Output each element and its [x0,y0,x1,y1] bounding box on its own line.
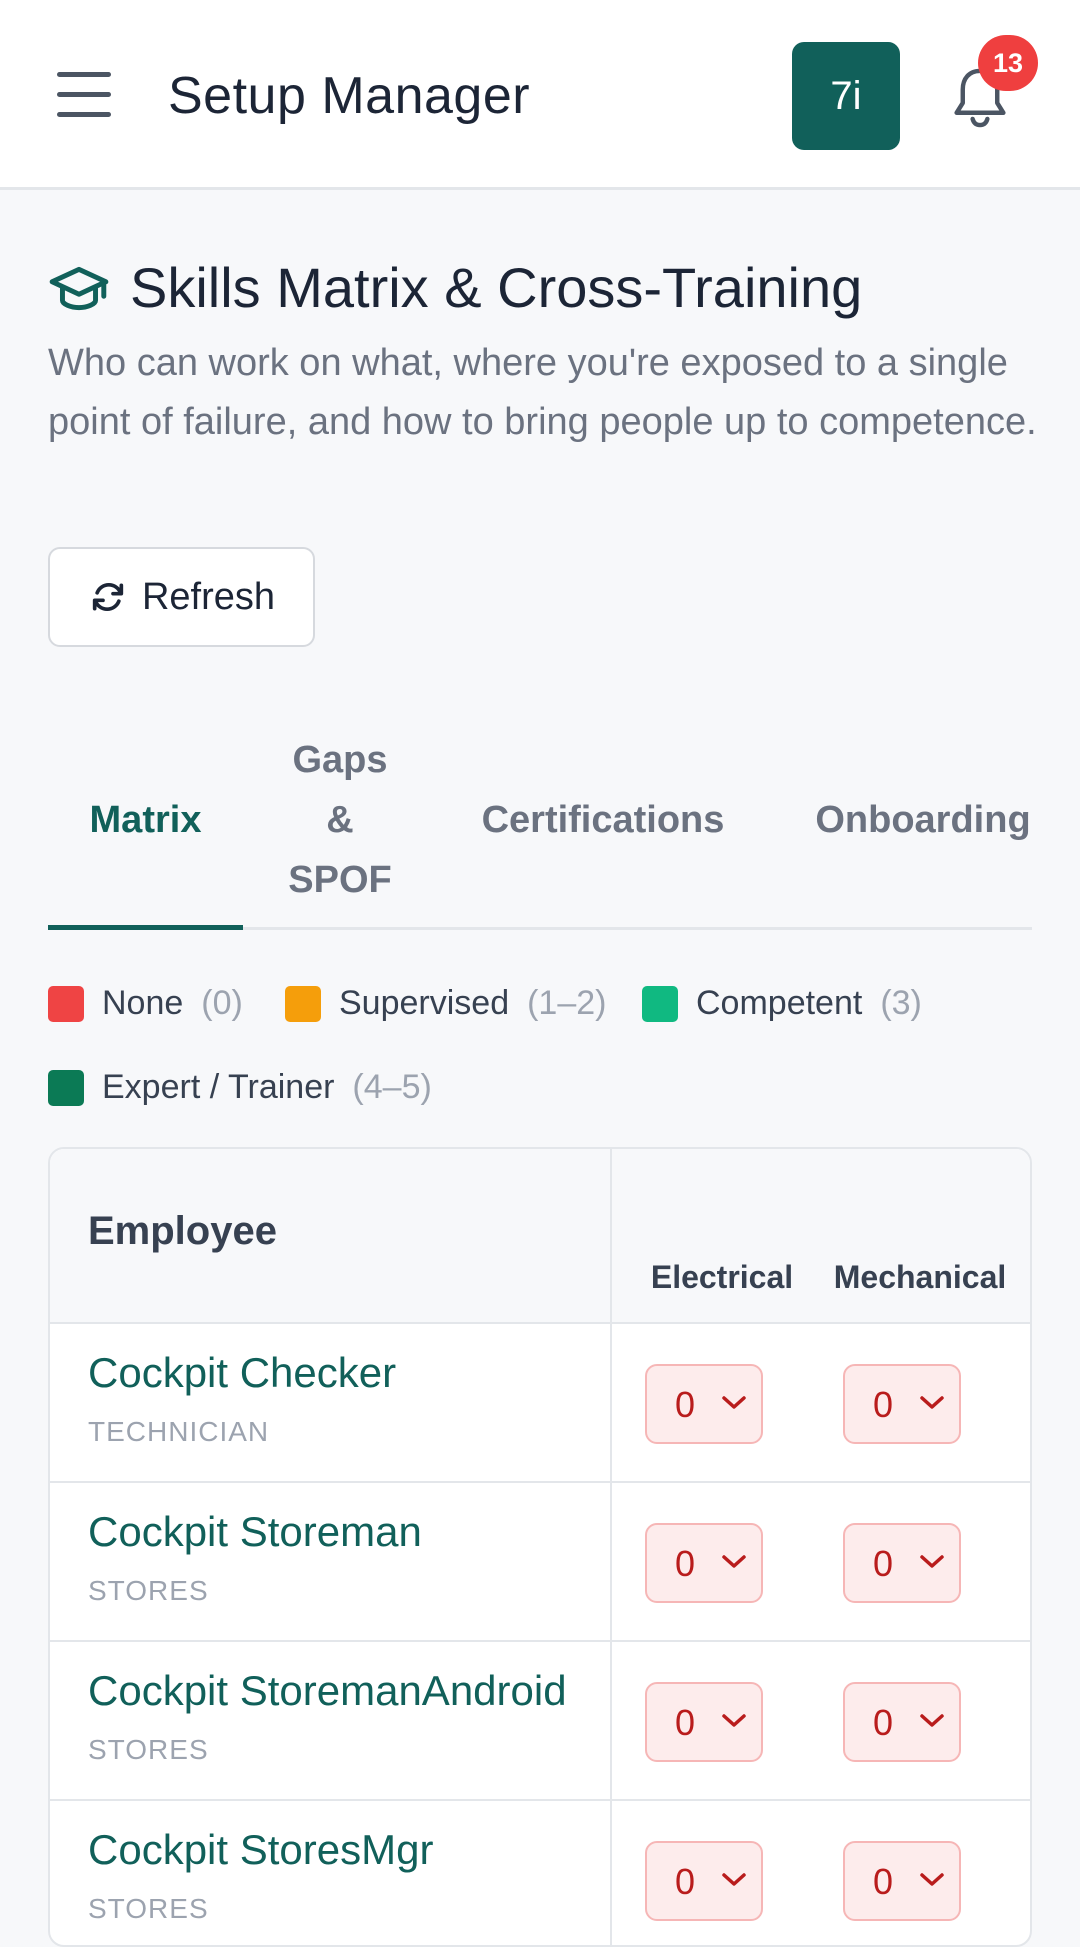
skill-level-value: 0 [873,1702,894,1743]
skill-level-select[interactable]: 0 [645,1682,763,1762]
employee-name[interactable]: Cockpit StoresMgr [88,1826,433,1874]
chevron-down-icon [722,1873,746,1886]
employee-role: STORES [88,1893,209,1924]
chevron-down-icon [722,1396,746,1409]
tab-matrix[interactable]: Matrix [48,710,243,930]
tab-gaps-line: SPOF [288,859,392,901]
legend-label: Supervised [339,984,510,1022]
legend-item-competent: Competent (3) [642,984,922,1023]
chevron-down-icon [920,1714,944,1727]
tab-certifications[interactable]: Certifications [468,710,738,930]
refresh-button[interactable]: Refresh [48,547,315,647]
chevron-down-icon [920,1873,944,1886]
legend-swatch [285,985,321,1022]
skill-level-value: 0 [675,1543,696,1584]
column-header-skill: Mechanical [833,1259,1007,1295]
avatar[interactable]: 7i [792,42,900,150]
tab-onboarding[interactable]: Onboarding [808,710,1038,930]
legend-range: (4–5) [352,1068,432,1106]
tab-bar: Matrix Gaps & SPOF Certifications Onboar… [48,710,1032,930]
skills-matrix-table: Employee Electrical Mechanical Cockpit C… [48,1147,1032,1947]
legend-item-supervised: Supervised (1–2) [285,984,606,1023]
employee-role: STORES [88,1575,209,1606]
column-divider [610,1149,612,1945]
table-row: Cockpit StoremanAndroid STORES 0 0 [50,1642,1030,1801]
legend-range: (1–2) [527,984,607,1022]
table-row: Cockpit StoresMgr STORES 0 0 [50,1801,1030,1945]
skill-level-select[interactable]: 0 [843,1364,961,1444]
legend-range: (0) [201,984,243,1022]
chevron-down-icon [920,1396,944,1409]
chevron-down-icon [722,1714,746,1727]
legend-swatch [48,1069,84,1106]
skill-level-value: 0 [873,1861,894,1902]
chevron-down-icon [722,1555,746,1568]
refresh-label: Refresh [141,575,276,618]
skill-level-value: 0 [675,1384,696,1425]
legend-label: Competent [696,984,863,1022]
column-header-skill: Electrical [650,1259,794,1295]
refresh-icon [92,583,124,611]
legend-swatch [48,985,84,1022]
skill-level-select[interactable]: 0 [645,1364,763,1444]
app-title: Setup Manager [168,67,531,125]
skill-level-select[interactable]: 0 [843,1523,961,1603]
skill-level-value: 0 [675,1702,696,1743]
legend-item-none: None (0) [48,984,243,1023]
skill-level-value: 0 [675,1861,696,1902]
employee-name[interactable]: Cockpit Storeman [88,1508,422,1556]
skill-level-value: 0 [873,1543,894,1584]
employee-role: STORES [88,1734,209,1765]
active-tab-indicator [48,925,243,930]
skill-level-select[interactable]: 0 [645,1523,763,1603]
table-header: Employee Electrical Mechanical [50,1149,1030,1324]
notification-badge: 13 [978,35,1038,91]
employee-role: TECHNICIAN [88,1416,270,1447]
skill-level-select[interactable]: 0 [645,1841,763,1921]
menu-icon[interactable] [57,72,111,118]
tab-gaps-spof[interactable]: Gaps & SPOF [270,710,410,930]
page-header: Skills Matrix & Cross-Training Who can w… [48,255,1038,452]
legend-range: (3) [880,984,922,1022]
legend-swatch [642,985,678,1022]
employee-name[interactable]: Cockpit StoremanAndroid [88,1667,567,1715]
page-description: Who can work on what, where you're expos… [48,342,1037,443]
tab-gaps-line: & [326,799,354,841]
skill-level-value: 0 [873,1384,894,1425]
tab-gaps-line: Gaps [292,739,388,781]
skill-level-select[interactable]: 0 [843,1682,961,1762]
top-bar: Setup Manager 7i 13 [0,0,1080,190]
skill-level-select[interactable]: 0 [843,1841,961,1921]
page-title: Skills Matrix & Cross-Training [130,256,863,319]
graduation-cap-icon [49,266,109,310]
legend-item-expert: Expert / Trainer (4–5) [48,1068,432,1107]
table-row: Cockpit Storeman STORES 0 0 [50,1483,1030,1642]
column-header-employee: Employee [88,1209,277,1253]
legend-label: Expert / Trainer [102,1068,335,1106]
employee-name[interactable]: Cockpit Checker [88,1349,396,1397]
chevron-down-icon [920,1555,944,1568]
table-row: Cockpit Checker TECHNICIAN 0 0 [50,1324,1030,1483]
legend-label: None [102,984,184,1022]
